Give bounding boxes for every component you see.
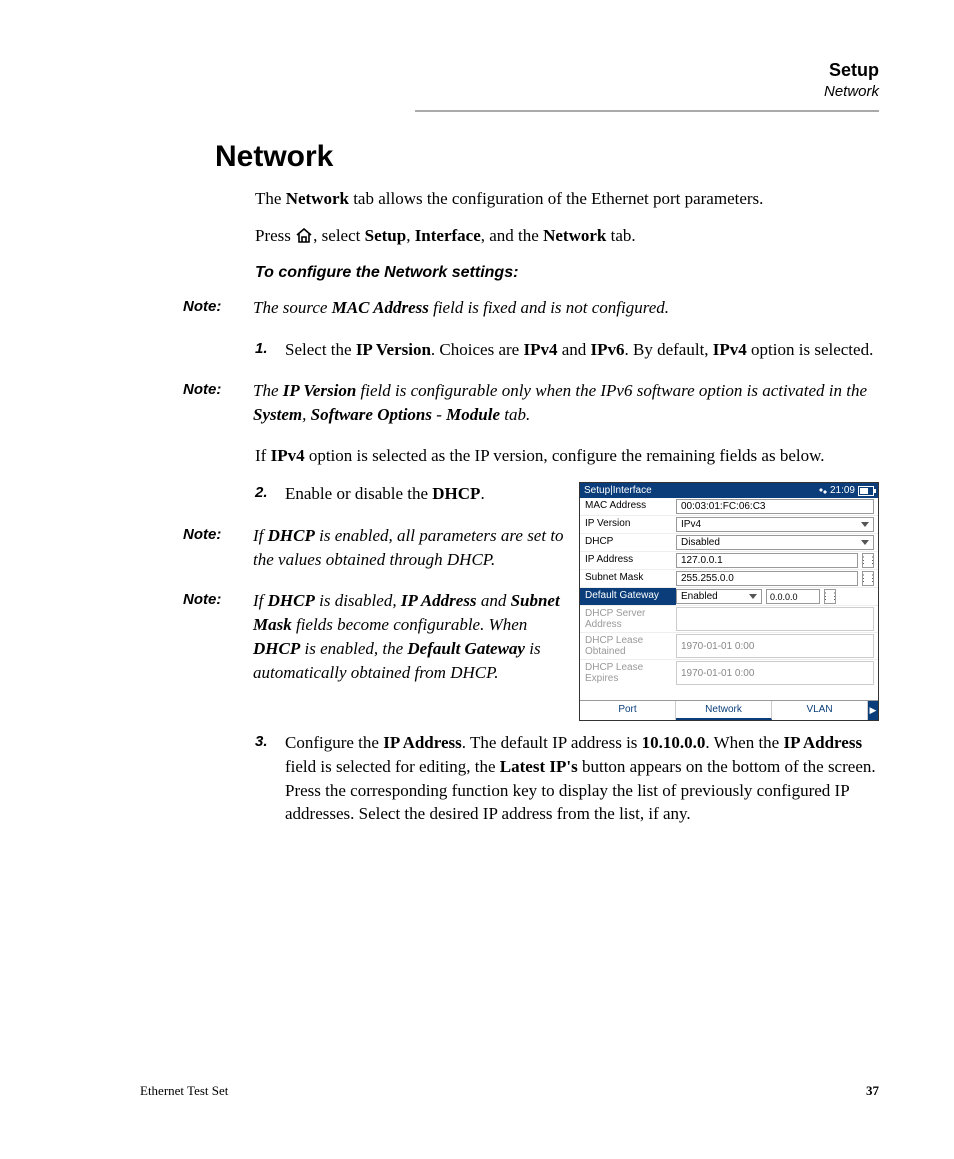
- note-label: Note:: [183, 379, 253, 427]
- intro-para-2: Press , select Setup, Interface, and the…: [255, 225, 879, 250]
- header-rule: [415, 110, 879, 112]
- field-gateway-ip[interactable]: 0.0.0.0: [766, 589, 820, 604]
- field-subnet-mask[interactable]: 255.255.0.0: [676, 571, 858, 586]
- note-ipversion: Note: The IP Version field is configurab…: [183, 379, 879, 427]
- field-ip-address[interactable]: 127.0.0.1: [676, 553, 858, 568]
- row-dhcp-expires: DHCP Lease Expires 1970-01-01 0:00: [580, 660, 878, 686]
- device-titlebar: Setup|Interface 21:09: [580, 483, 878, 498]
- keypad-icon[interactable]: ⋮⋮: [824, 589, 836, 604]
- intro-para-1: The Network tab allows the configuration…: [255, 188, 879, 211]
- field-dhcp-server: [676, 607, 874, 631]
- page-header: Setup Network: [415, 60, 879, 112]
- row-ip-address: IP Address 127.0.0.1 ⋮⋮: [580, 552, 878, 570]
- device-clock: 21:09: [830, 485, 855, 496]
- row-dhcp-server: DHCP Server Address: [580, 606, 878, 633]
- link-status-icon: [818, 487, 828, 495]
- note-dhcp-disabled: Note: If DHCP is disabled, IP Address an…: [183, 589, 565, 684]
- tab-vlan[interactable]: VLAN: [772, 701, 868, 720]
- row-default-gateway: Default Gateway Enabled 0.0.0.0 ⋮⋮: [580, 588, 878, 606]
- battery-icon: [858, 486, 874, 496]
- field-dhcp-expires: 1970-01-01 0:00: [676, 661, 874, 685]
- device-breadcrumb: Setup|Interface: [584, 485, 652, 496]
- tab-port[interactable]: Port: [580, 701, 676, 720]
- dropdown-default-gateway[interactable]: Enabled: [676, 589, 762, 604]
- header-title: Setup: [415, 60, 879, 81]
- row-dhcp-obtained: DHCP Lease Obtained 1970-01-01 0:00: [580, 633, 878, 660]
- page-number: 37: [866, 1083, 879, 1099]
- step-3: 3. Configure the IP Address. The default…: [255, 731, 879, 826]
- page-footer: Ethernet Test Set 37: [140, 1083, 879, 1099]
- section-heading: Network: [215, 140, 879, 174]
- note-label: Note:: [183, 296, 253, 320]
- field-mac-address[interactable]: 00:03:01:FC:06:C3: [676, 499, 874, 514]
- device-screenshot: Setup|Interface 21:09 MAC Address 00:03:…: [579, 482, 879, 721]
- keypad-icon[interactable]: ⋮⋮: [862, 571, 874, 586]
- note-label: Note:: [183, 589, 253, 684]
- tabs-scroll-right-icon[interactable]: ▶: [868, 701, 878, 720]
- row-subnet-mask: Subnet Mask 255.255.0.0 ⋮⋮: [580, 570, 878, 588]
- step-1: 1. Select the IP Version. Choices are IP…: [255, 338, 879, 362]
- row-ip-version: IP Version IPv4: [580, 516, 878, 534]
- note-dhcp-enabled: Note: If DHCP is enabled, all parameters…: [183, 524, 565, 572]
- dropdown-ip-version[interactable]: IPv4: [676, 517, 874, 532]
- dropdown-dhcp[interactable]: Disabled: [676, 535, 874, 550]
- row-dhcp: DHCP Disabled: [580, 534, 878, 552]
- configure-subhead: To configure the Network settings:: [255, 264, 879, 282]
- ipv4-para: If IPv4 option is selected as the IP ver…: [255, 445, 879, 468]
- step-2: 2. Enable or disable the DHCP.: [255, 482, 565, 506]
- note-label: Note:: [183, 524, 253, 572]
- header-subtitle: Network: [415, 81, 879, 110]
- device-tabs: Port Network VLAN ▶: [580, 700, 878, 720]
- field-dhcp-obtained: 1970-01-01 0:00: [676, 634, 874, 658]
- home-icon: [295, 227, 313, 250]
- note-mac: Note: The source MAC Address field is fi…: [183, 296, 879, 320]
- row-mac-address: MAC Address 00:03:01:FC:06:C3: [580, 498, 878, 516]
- tab-network[interactable]: Network: [676, 701, 772, 720]
- footer-doc-title: Ethernet Test Set: [140, 1083, 228, 1099]
- keypad-icon[interactable]: ⋮⋮: [862, 553, 874, 568]
